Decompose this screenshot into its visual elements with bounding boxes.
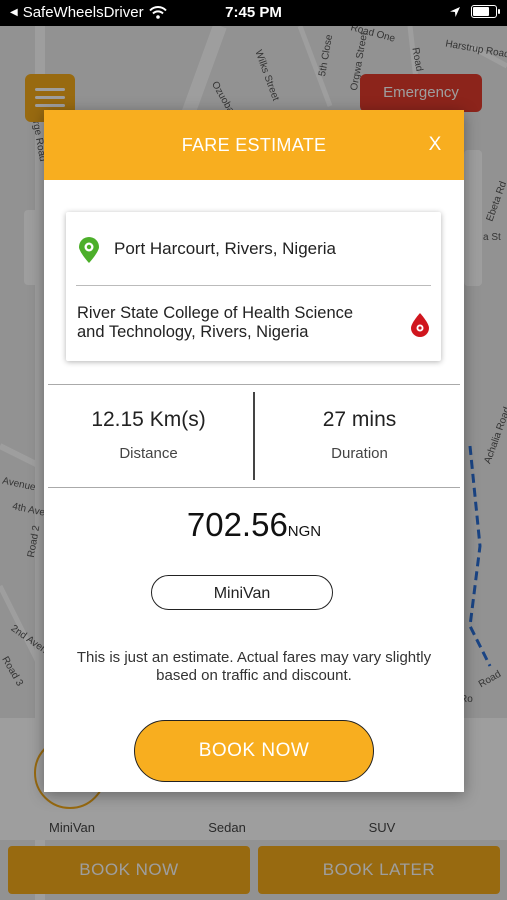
divider: [48, 384, 460, 385]
modal-header: FARE ESTIMATE X: [44, 110, 464, 180]
battery-fill: [473, 7, 489, 16]
duration-value: 27 mins: [322, 408, 397, 431]
route-divider: [76, 285, 431, 286]
fare-estimate: 702.56NGN: [44, 506, 464, 544]
distance-value: 12.15 Km(s): [91, 408, 206, 431]
route-card: Port Harcourt, Rivers, Nigeria River Sta…: [66, 212, 441, 361]
close-button[interactable]: X: [420, 110, 450, 180]
stats-divider: [253, 392, 255, 480]
dropoff-address: River State College of Health Science an…: [77, 304, 354, 341]
distance-label: Distance: [119, 445, 178, 462]
pickup-pin-icon: [79, 237, 99, 263]
vehicle-type-badge: MiniVan: [151, 575, 333, 610]
battery-icon: [471, 5, 500, 18]
dropoff-pin-icon: [411, 313, 429, 337]
book-now-button[interactable]: BOOK NOW: [134, 720, 374, 782]
fare-amount: 702.56: [186, 506, 288, 543]
status-time: 7:45 PM: [225, 4, 282, 21]
location-arrow-icon: [450, 6, 460, 17]
fare-currency: NGN: [287, 523, 322, 540]
estimate-disclaimer: This is just an estimate. Actual fares m…: [76, 649, 432, 684]
duration-label: Duration: [331, 445, 388, 462]
pickup-address: Port Harcourt, Rivers, Nigeria: [114, 239, 337, 258]
modal-title: FARE ESTIMATE: [181, 135, 327, 155]
divider: [48, 487, 460, 488]
status-bar: ◀ SafeWheelsDriver 7:45 PM: [0, 0, 507, 26]
fare-estimate-modal: FARE ESTIMATE X Port Harcourt, Rivers, N…: [44, 110, 464, 792]
